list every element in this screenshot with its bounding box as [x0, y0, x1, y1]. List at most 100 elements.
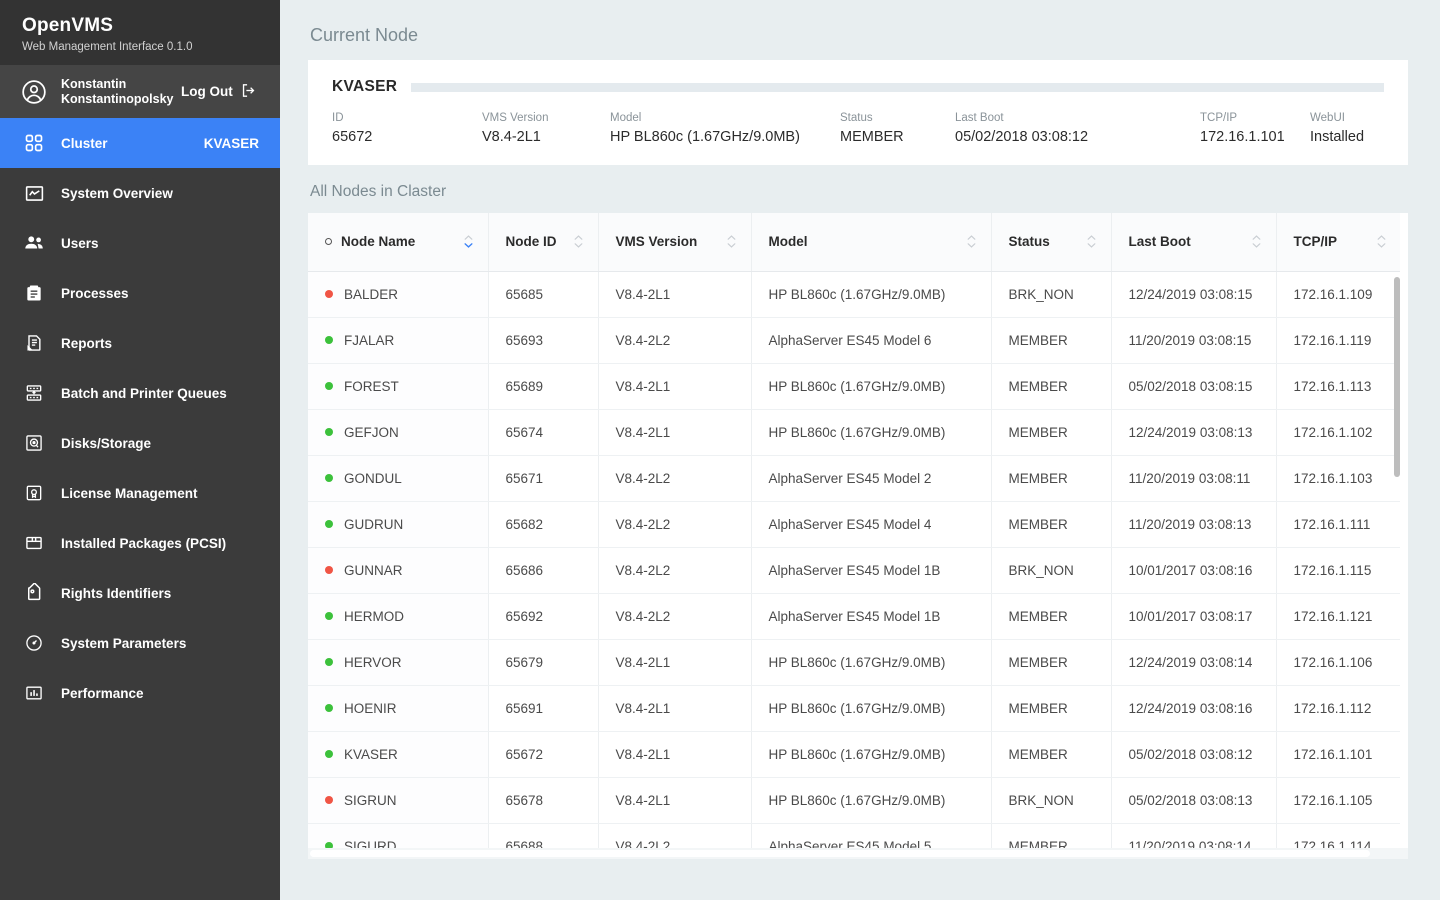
gauge-icon: [21, 633, 47, 653]
user-bar: Konstantin Konstantinopolsky Log Out: [0, 65, 280, 118]
table-row[interactable]: HERVOR 65679 V8.4-2L1 HP BL860c (1.67GHz/9.…: [308, 639, 1400, 686]
node-name-text: SIGRUN: [344, 792, 397, 808]
table-row[interactable]: FJALAR 65693 V8.4-2L2 AlphaServer ES45 Mode…: [308, 317, 1400, 364]
field-value: 05/02/2018 03:08:12: [955, 129, 1089, 145]
column-header-status[interactable]: Status: [991, 213, 1112, 272]
sidebar-nav: Cluster KVASER System Overview Users Pro…: [0, 118, 280, 900]
status-dot-down-icon: [325, 290, 333, 298]
table-horizontal-scrollbar[interactable]: [308, 848, 1408, 859]
cell-model: HP BL860c (1.67GHz/9.0MB): [751, 685, 992, 732]
column-header-vms-version[interactable]: VMS Version: [598, 213, 752, 272]
table-row[interactable]: GUDRUN 65682 V8.4-2L2 AlphaServer ES45 Mode…: [308, 501, 1400, 548]
column-label: VMS Version: [615, 234, 698, 250]
sidebar-item-label: Performance: [61, 685, 144, 701]
brand-title: OpenVMS: [22, 15, 114, 36]
report-document-icon: [21, 333, 47, 353]
current-node-divider-bar: [411, 82, 1384, 92]
node-name-text: HOENIR: [344, 700, 397, 716]
column-label: TCP/IP: [1293, 234, 1338, 250]
sidebar-item-label: Installed Packages (PCSI): [61, 535, 227, 551]
cell-tcpip: 172.16.1.121: [1276, 593, 1400, 640]
sort-toggle-node-name[interactable]: [464, 235, 474, 249]
node-name-text: HERMOD: [344, 608, 404, 624]
logout-button[interactable]: Log Out: [181, 82, 257, 102]
license-certificate-icon: [21, 483, 47, 503]
current-node-field: Status MEMBER: [840, 112, 955, 145]
chevron-down-icon: [727, 243, 736, 248]
cell-model: HP BL860c (1.67GHz/9.0MB): [751, 363, 992, 410]
sidebar-item-rights-identifiers[interactable]: Rights Identifiers: [0, 568, 280, 618]
sort-toggle-tcpip[interactable]: [1376, 235, 1386, 248]
cell-tcpip: 172.16.1.102: [1276, 409, 1400, 456]
table-row[interactable]: SIGRUN 65678 V8.4-2L1 HP BL860c (1.67GHz/9.…: [308, 777, 1400, 824]
sidebar-item-processes[interactable]: Processes: [0, 268, 280, 318]
current-node-name: KVASER: [332, 78, 398, 95]
sidebar-item-license-management[interactable]: License Management: [0, 468, 280, 518]
sort-toggle-last-boot[interactable]: [1252, 235, 1262, 248]
cell-node-id: 65682: [488, 501, 599, 548]
status-dot-down-icon: [325, 796, 333, 804]
nodes-table-head: Node Name Node ID VMS Version Model Stat…: [308, 213, 1400, 272]
sidebar-item-system-parameters[interactable]: System Parameters: [0, 618, 280, 668]
cell-model: AlphaServer ES45 Model 4: [751, 501, 992, 548]
cell-status: MEMBER: [991, 639, 1112, 686]
sidebar-item-users[interactable]: Users: [0, 218, 280, 268]
status-dot-up-icon: [325, 704, 333, 712]
status-dot-up-icon: [325, 428, 333, 436]
cell-vms-version: V8.4-2L2: [598, 317, 752, 364]
table-row[interactable]: GONDUL 65671 V8.4-2L2 AlphaServer ES45 Mode…: [308, 455, 1400, 502]
brand-subtitle: Web Management Interface 0.1.0: [22, 41, 193, 53]
column-header-model[interactable]: Model: [751, 213, 992, 272]
chevron-up-icon: [1252, 235, 1261, 240]
node-name-text: FJALAR: [344, 332, 395, 348]
chevron-down-icon: [967, 243, 976, 248]
chevron-up-icon: [1087, 235, 1096, 240]
cell-vms-version: V8.4-2L1: [598, 685, 752, 732]
field-value: V8.4-2L1: [482, 129, 541, 145]
table-row[interactable]: FOREST 65689 V8.4-2L1 HP BL860c (1.67GHz/9.…: [308, 363, 1400, 410]
sidebar-item-cluster[interactable]: Cluster KVASER: [0, 118, 280, 168]
column-header-last-boot[interactable]: Last Boot: [1111, 213, 1277, 272]
cell-status: MEMBER: [991, 593, 1112, 640]
column-header-tcpip[interactable]: TCP/IP: [1276, 213, 1400, 272]
sort-toggle-model[interactable]: [967, 235, 977, 248]
column-header-node-name[interactable]: Node Name: [308, 213, 489, 272]
chevron-down-icon: [1087, 243, 1096, 248]
column-label: Status: [1008, 234, 1050, 250]
table-header-row: Node Name Node ID VMS Version Model Stat…: [308, 213, 1400, 272]
sidebar-item-system-overview[interactable]: System Overview: [0, 168, 280, 218]
chevron-up-icon: [574, 235, 583, 240]
cell-last-boot: 11/20/2019 03:08:15: [1111, 317, 1277, 364]
table-row[interactable]: HERMOD 65692 V8.4-2L2 AlphaServer ES45 Mode…: [308, 593, 1400, 640]
table-row[interactable]: KVASER 65672 V8.4-2L1 HP BL860c (1.67GHz/9.…: [308, 731, 1400, 778]
sidebar-item-label: System Parameters: [61, 635, 187, 651]
sidebar-item-installed-packages[interactable]: Installed Packages (PCSI): [0, 518, 280, 568]
cell-status: MEMBER: [991, 501, 1112, 548]
page-title: Current Node: [310, 25, 419, 45]
table-row[interactable]: GUNNAR 65686 V8.4-2L2 AlphaServer ES45 Mode…: [308, 547, 1400, 594]
queue-server-icon: [21, 383, 47, 403]
cell-node-id: 65679: [488, 639, 599, 686]
cell-last-boot: 12/24/2019 03:08:15: [1111, 271, 1277, 318]
column-header-node-id[interactable]: Node ID: [488, 213, 599, 272]
cell-status: BRK_NON: [991, 547, 1112, 594]
sidebar-item-performance[interactable]: Performance: [0, 668, 280, 718]
scrollbar-thumb[interactable]: [310, 850, 1370, 857]
cell-node-name: GUNNAR: [308, 547, 489, 594]
table-row[interactable]: HOENIR 65691 V8.4-2L1 HP BL860c (1.67GHz/9.…: [308, 685, 1400, 732]
sidebar-item-batch-printer-queues[interactable]: Batch and Printer Queues: [0, 368, 280, 418]
cell-status: MEMBER: [991, 731, 1112, 778]
sort-toggle-vms-version[interactable]: [727, 235, 737, 248]
cell-tcpip: 172.16.1.113: [1276, 363, 1400, 410]
table-row[interactable]: BALDER 65685 V8.4-2L1 HP BL860c (1.67GHz/9.…: [308, 271, 1400, 318]
sort-toggle-node-id[interactable]: [574, 235, 584, 248]
node-name-text: GUDRUN: [344, 516, 404, 532]
status-dot-up-icon: [325, 658, 333, 666]
cell-vms-version: V8.4-2L1: [598, 271, 752, 318]
current-node-fields: ID 65672 VMS Version V8.4-2L1 Model HP B…: [332, 112, 1384, 145]
sidebar-item-label: Users: [61, 235, 99, 251]
sort-toggle-status[interactable]: [1087, 235, 1097, 248]
sidebar-item-reports[interactable]: Reports: [0, 318, 280, 368]
table-row[interactable]: GEFJON 65674 V8.4-2L1 HP BL860c (1.67GHz/9.…: [308, 409, 1400, 456]
sidebar-item-disks-storage[interactable]: Disks/Storage: [0, 418, 280, 468]
